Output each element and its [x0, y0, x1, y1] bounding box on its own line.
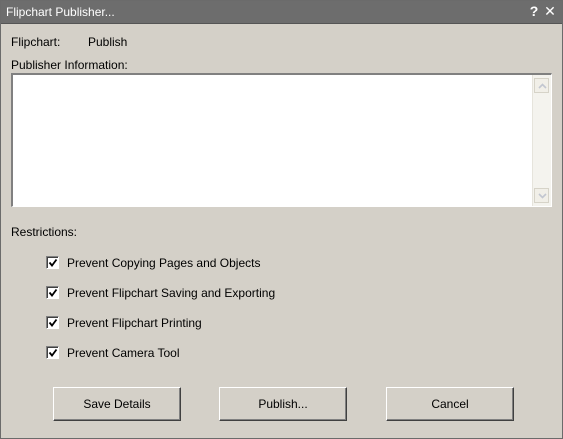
window-title: Flipchart Publisher...: [6, 5, 115, 19]
checkbox-label: Prevent Camera Tool: [67, 346, 180, 360]
checkbox[interactable]: [46, 286, 59, 299]
flipchart-label: Flipchart:: [11, 35, 61, 49]
checkbox-label: Prevent Copying Pages and Objects: [67, 256, 261, 270]
vertical-scrollbar[interactable]: [532, 75, 551, 206]
restrictions-label: Restrictions:: [11, 225, 78, 239]
flipchart-publisher-dialog: Flipchart Publisher... ? ✕ Flipchart: Pu…: [0, 0, 563, 439]
save-details-button[interactable]: Save Details: [53, 387, 181, 421]
publisher-information-label: Publisher Information:: [11, 58, 128, 72]
checkmark-icon: [48, 258, 58, 267]
checkbox-label: Prevent Flipchart Printing: [67, 316, 202, 330]
checkmark-icon: [48, 348, 58, 357]
flipchart-name: Publish: [88, 35, 128, 49]
publish-button[interactable]: Publish...: [219, 387, 347, 421]
scroll-down-button[interactable]: [534, 188, 549, 203]
chevron-up-icon: [538, 83, 547, 89]
checkmark-icon: [48, 318, 58, 327]
checkmark-icon: [48, 288, 58, 297]
cancel-button[interactable]: Cancel: [386, 387, 514, 421]
close-icon[interactable]: ✕: [543, 3, 557, 20]
checkbox[interactable]: [46, 316, 59, 329]
help-icon[interactable]: ?: [527, 3, 541, 20]
scroll-up-button[interactable]: [534, 78, 549, 93]
checkbox-label: Prevent Flipchart Saving and Exporting: [67, 286, 276, 300]
publisher-information-textarea[interactable]: [11, 73, 552, 207]
checkbox[interactable]: [46, 256, 59, 269]
title-bar[interactable]: Flipchart Publisher... ? ✕: [1, 1, 562, 24]
chevron-down-icon: [538, 193, 547, 199]
checkbox[interactable]: [46, 346, 59, 359]
